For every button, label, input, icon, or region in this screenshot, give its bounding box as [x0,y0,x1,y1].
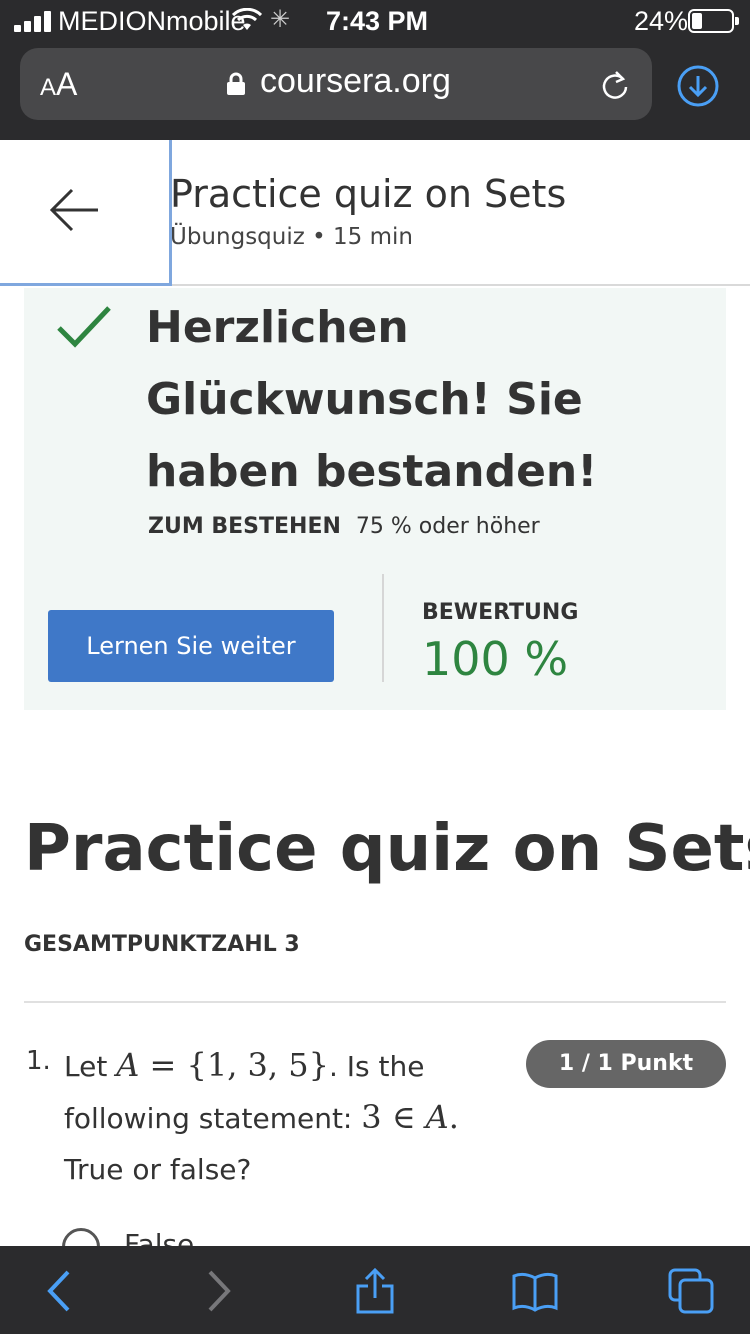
page-subtitle: Übungsquiz • 15 min [170,224,413,250]
forward-icon[interactable] [194,1266,244,1316]
lock-icon [227,72,245,95]
question-number: 1. [26,1046,51,1076]
grade-value: 100 % [422,632,569,686]
divider [24,1001,726,1003]
battery-percent: 24% [634,6,689,36]
page-title: Practice quiz on Sets [170,172,567,216]
check-icon [57,306,111,348]
back-arrow-icon [49,188,98,232]
back-icon[interactable] [34,1266,84,1316]
bookmarks-icon[interactable] [510,1266,560,1316]
passing-label: ZUM BESTEHEN [148,514,341,539]
continue-learning-button[interactable]: Lernen Sie weiter [48,610,334,682]
result-panel: Herzlichen Glückwunsch! Sie haben bestan… [24,288,726,710]
browser-toolbar [0,1246,750,1334]
status-bar: MEDIONmobile ✳ 7:43 PM 24% [0,0,750,44]
browser-chrome: MEDIONmobile ✳ 7:43 PM 24% AA coursera.o… [0,0,750,140]
pass-message: Herzlichen Glückwunsch! Sie haben bestan… [146,302,598,497]
text-size-button[interactable]: AA [40,66,77,103]
passing-requirement: ZUM BESTEHEN 75 % oder höher [148,514,540,539]
question-text: Let A = {1, 3, 5}. Is the following stat… [64,1046,459,1186]
total-score: GESAMTPUNKTZAHL 3 [24,932,300,957]
carrier-name: MEDIONmobile [58,6,246,36]
points-badge: 1 / 1 Punkt [526,1040,726,1088]
back-button[interactable] [0,140,172,286]
clock: 7:43 PM [326,6,429,36]
reload-icon[interactable] [598,68,632,102]
wifi-icon [232,8,262,30]
signal-icon [14,10,54,32]
download-icon[interactable] [676,64,720,108]
activity-spinner-icon: ✳ [270,6,291,33]
quiz-title: Practice quiz on Sets [24,812,750,886]
passing-value: 75 % oder höher [355,514,540,539]
share-icon[interactable] [350,1266,400,1316]
address-bar[interactable]: AA coursera.org [20,48,652,120]
divider [382,574,384,682]
url-domain[interactable]: coursera.org [260,62,451,101]
battery-icon [688,9,739,33]
course-header: Practice quiz on Sets Übungsquiz • 15 mi… [0,140,750,286]
grade-label: BEWERTUNG [422,600,579,625]
tabs-icon[interactable] [666,1266,716,1316]
